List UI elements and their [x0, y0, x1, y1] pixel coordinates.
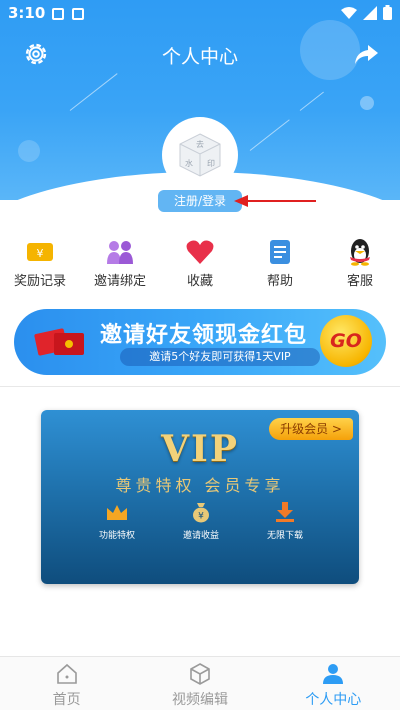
shortcut-help[interactable]: 帮助 [240, 238, 320, 290]
shortcut-label: 客服 [346, 274, 373, 289]
signal-icon [363, 5, 377, 20]
shortcut-label: 邀请绑定 [93, 274, 146, 289]
battery-icon [383, 5, 392, 20]
shortcut-label: 帮助 [266, 274, 293, 289]
nav-home[interactable]: 首页 [0, 657, 133, 710]
shortcut-favorites[interactable]: 收藏 [160, 238, 240, 290]
vip-badge: VIP [161, 428, 239, 470]
nav-personal-center[interactable]: 个人中心 [267, 657, 400, 710]
wifi-icon [341, 6, 357, 19]
invite-friends-banner[interactable]: 邀请好友领现金红包 邀请5个好友即可获得1天VIP GO [14, 309, 386, 375]
perk-feature-privilege: 功能特权 [81, 500, 153, 541]
status-time: 3:10 [8, 4, 46, 22]
nav-label: 首页 [52, 692, 81, 708]
red-envelope-icon [34, 328, 84, 356]
register-login-button[interactable]: 注册/登录 [158, 190, 242, 212]
avatar-watermark-char: 印 [207, 159, 215, 168]
invite-icon [106, 238, 134, 266]
shortcut-invite-binding[interactable]: 邀请绑定 [80, 238, 160, 290]
shortcut-row: ¥ 奖励记录 邀请绑定 收藏 帮助 客服 [0, 238, 400, 290]
decor-streak [69, 73, 118, 111]
decor-bubble [18, 140, 40, 162]
shortcut-reward-records[interactable]: ¥ 奖励记录 [0, 238, 80, 290]
status-bar: 3:10 [0, 0, 400, 28]
heart-icon [186, 238, 214, 266]
banner-title: 邀请好友领现金红包 [100, 323, 308, 348]
avatar-watermark-char: 水 [185, 158, 193, 168]
share-button[interactable] [352, 40, 380, 68]
red-arrow-annotation [234, 195, 316, 207]
section-divider [0, 386, 400, 387]
nav-video-edit[interactable]: 视频编辑 [133, 657, 266, 710]
download-icon [273, 500, 297, 524]
shortcut-customer-service[interactable]: 客服 [320, 238, 400, 290]
page-title: 个人中心 [161, 46, 238, 68]
ticket-icon: ¥ [26, 238, 54, 266]
vip-slogan: 尊贵特权 会员专享 [115, 476, 285, 495]
decor-bubble [360, 96, 374, 110]
perk-unlimited-download: 无限下载 [249, 500, 321, 541]
nav-label: 视频编辑 [171, 692, 228, 708]
vip-card[interactable]: 升级会员 > VIP 尊贵特权 会员专享 功能特权 ¥ 邀请收益 无限下载 [41, 410, 359, 584]
shortcut-label: 奖励记录 [13, 274, 66, 289]
person-icon [321, 662, 345, 686]
watermark-cube-icon: 去 水 印 [179, 133, 221, 177]
perk-label: 功能特权 [98, 531, 135, 541]
svg-text:¥: ¥ [37, 247, 44, 260]
app-notification-icon [72, 8, 84, 20]
avatar[interactable]: 去 水 印 [162, 117, 238, 193]
svg-text:¥: ¥ [198, 512, 204, 522]
crown-icon [105, 500, 129, 524]
perk-label: 邀请收益 [182, 531, 219, 541]
share-arrow-icon [355, 45, 378, 64]
go-button[interactable]: GO [320, 315, 372, 367]
cube-icon [188, 662, 212, 686]
shortcut-label: 收藏 [186, 274, 213, 289]
image-notification-icon [52, 8, 64, 20]
vip-perks: 功能特权 ¥ 邀请收益 无限下载 [81, 500, 321, 541]
banner-subtitle: 邀请5个好友即可获得1天VIP [120, 348, 320, 366]
qq-penguin-icon [346, 238, 374, 266]
bottom-nav: 首页 视频编辑 个人中心 [0, 656, 400, 710]
decor-streak [299, 91, 324, 111]
avatar-watermark-char: 去 [196, 139, 204, 149]
help-doc-icon [266, 238, 294, 266]
perk-label: 无限下载 [266, 531, 303, 541]
home-icon [55, 662, 79, 686]
perk-invite-earnings: ¥ 邀请收益 [165, 500, 237, 541]
decor-streak [249, 119, 290, 151]
nav-label: 个人中心 [305, 692, 362, 708]
money-bag-icon: ¥ [189, 500, 213, 524]
